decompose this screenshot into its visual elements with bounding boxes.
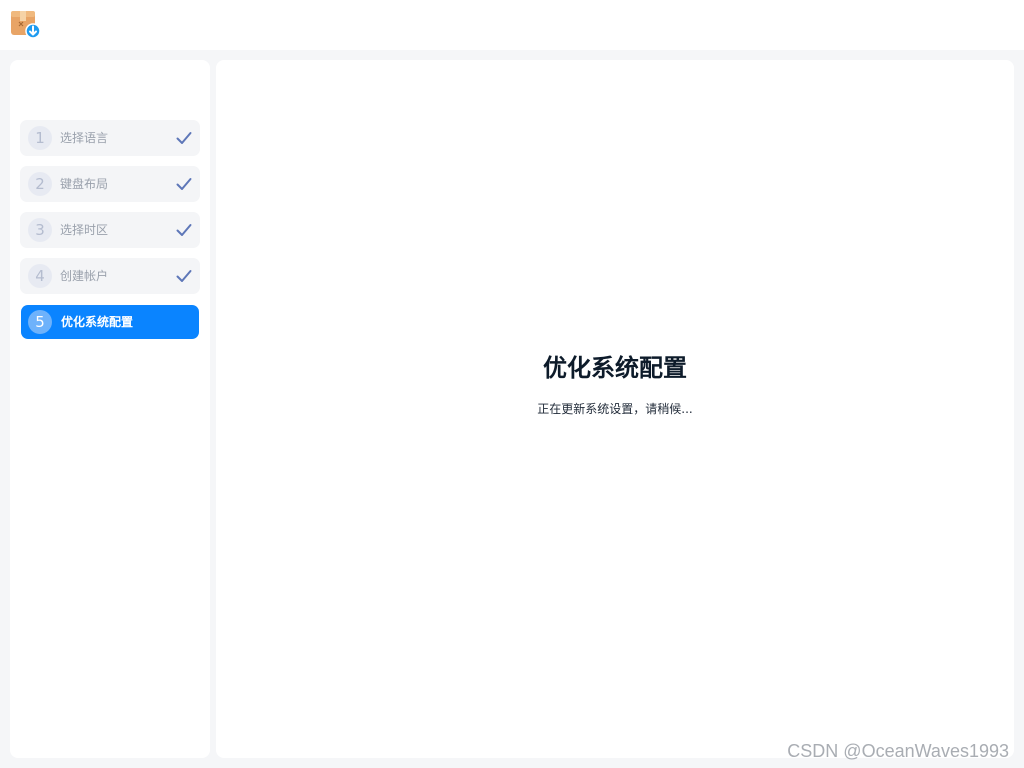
installer-box-download-icon — [11, 11, 40, 39]
sidebar-step-create-account[interactable]: 4 创建帐户 — [20, 258, 200, 294]
step-label: 键盘布局 — [60, 177, 109, 191]
step-number: 4 — [28, 264, 52, 288]
sidebar-step-select-language[interactable]: 1 选择语言 — [20, 120, 200, 156]
main-panel: 优化系统配置 正在更新系统设置，请稍候... — [216, 60, 1014, 758]
check-icon — [176, 224, 192, 236]
sidebar-step-optimize-system[interactable]: 5 优化系统配置 — [21, 305, 199, 339]
title-bar — [0, 0, 1024, 50]
sidebar-step-keyboard-layout[interactable]: 2 键盘布局 — [20, 166, 200, 202]
step-number: 3 — [28, 218, 52, 242]
step-number: 5 — [28, 310, 52, 334]
steps-sidebar: 1 选择语言 2 键盘布局 3 选择时区 4 创建帐户 5 优化系统配置 — [10, 60, 210, 758]
step-label: 创建帐户 — [60, 269, 109, 283]
check-icon — [176, 178, 192, 190]
page-title: 优化系统配置 — [543, 354, 687, 382]
check-icon — [176, 132, 192, 144]
check-icon — [176, 270, 192, 282]
step-number: 2 — [28, 172, 52, 196]
installer-window: 1 选择语言 2 键盘布局 3 选择时区 4 创建帐户 5 优化系统配置 优化系… — [0, 0, 1024, 768]
watermark-text: CSDN @OceanWaves1993 — [787, 741, 1009, 761]
sidebar-step-select-timezone[interactable]: 3 选择时区 — [20, 212, 200, 248]
status-message: 正在更新系统设置，请稍候... — [537, 402, 693, 416]
step-label: 选择时区 — [60, 223, 109, 237]
step-number: 1 — [28, 126, 52, 150]
step-label: 优化系统配置 — [61, 315, 134, 329]
step-label: 选择语言 — [60, 131, 109, 145]
